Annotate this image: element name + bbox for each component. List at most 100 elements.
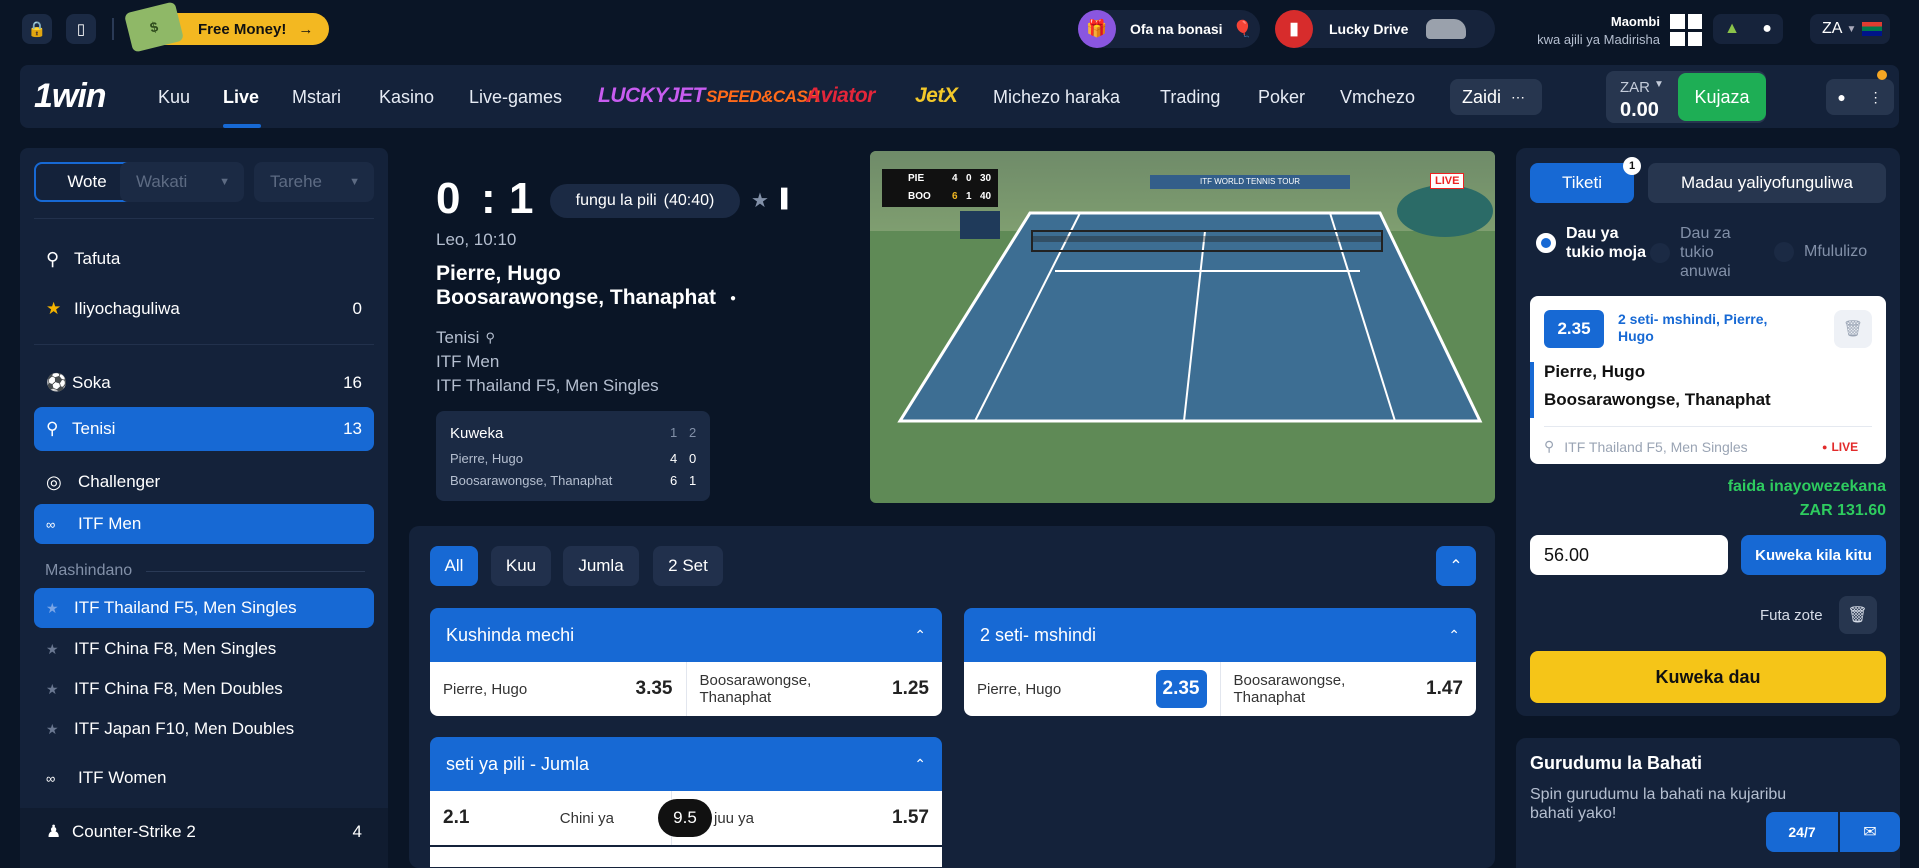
support-button[interactable]: 24/7 bbox=[1766, 812, 1838, 852]
tournament-label: ITF Thailand F5, Men Singles bbox=[74, 598, 297, 617]
odd-button-selected[interactable]: Pierre, Hugo 2.35 bbox=[964, 662, 1221, 716]
sport-label: Soka bbox=[72, 373, 111, 392]
live-video[interactable]: ITF WORLD TENNIS TOUR PIE 4 0 30 BOO 6 1… bbox=[870, 151, 1495, 503]
apps-block[interactable]: Maombi kwa ajili ya Madirisha bbox=[1508, 14, 1660, 47]
nav-item-poker[interactable]: Poker bbox=[1258, 87, 1305, 108]
market-header[interactable]: 2 seti- mshindi ⌃ bbox=[964, 608, 1476, 662]
stats-icon[interactable]: ▌ bbox=[781, 188, 794, 209]
chat-icon[interactable]: ✉ bbox=[1840, 812, 1900, 852]
video-scoreboard: PIE 4 0 30 BOO 6 1 40 bbox=[882, 169, 998, 207]
currency-label[interactable]: ZAR bbox=[1620, 79, 1650, 96]
radio-icon bbox=[1774, 242, 1794, 262]
wheel-card[interactable]: Gurudumu la Bahati Spin gurudumu la baha… bbox=[1516, 738, 1900, 868]
windows-icon[interactable] bbox=[1670, 14, 1702, 46]
category-label: ITF Women bbox=[78, 768, 167, 787]
odd-button[interactable]: Pierre, Hugo 3.35 bbox=[430, 662, 687, 716]
category-itf-men[interactable]: ∞ ITF Men bbox=[34, 504, 374, 544]
tab-tiketi[interactable]: Tiketi bbox=[1530, 163, 1634, 203]
nav-item-vmchezo[interactable]: Vmchezo bbox=[1340, 87, 1415, 108]
tab-all[interactable]: All bbox=[430, 546, 478, 586]
tab-jumla[interactable]: Jumla bbox=[563, 546, 639, 586]
bet-live-badge: ● LIVE bbox=[1822, 440, 1858, 454]
balloon-icon: 🎈 bbox=[1232, 21, 1253, 38]
tab-open-bets[interactable]: Madau yaliyofunguliwa bbox=[1648, 163, 1886, 203]
car-icon bbox=[1426, 19, 1467, 39]
brand-speed-cash[interactable]: SPEED&CASH bbox=[706, 87, 820, 107]
video-player-1: PIE bbox=[908, 173, 925, 184]
kebab-menu-icon[interactable]: ⋮ bbox=[1869, 89, 1883, 106]
odd-button[interactable]: Boosarawongse, Thanaphat 1.47 bbox=[1221, 662, 1477, 716]
tournament-item[interactable]: ★ ITF China F8, Men Singles bbox=[34, 630, 374, 668]
promo-lucky-label: Lucky Drive bbox=[1329, 21, 1409, 37]
tournament-item[interactable]: ★ ITF China F8, Men Doubles bbox=[34, 670, 374, 708]
score-separator: : bbox=[481, 174, 496, 223]
nav-item-mstari[interactable]: Mstari bbox=[292, 87, 341, 108]
collapse-all-icon[interactable]: ⌃ bbox=[1436, 546, 1476, 586]
flag-icon bbox=[1862, 22, 1883, 36]
star-icon[interactable]: ★ bbox=[46, 681, 74, 698]
chevron-up-icon: ⌃ bbox=[1448, 626, 1460, 643]
star-icon[interactable]: ★ bbox=[46, 641, 74, 658]
promo-lucky-drive[interactable]: ▮ Lucky Drive bbox=[1275, 10, 1495, 48]
sidebar-item-tenisi[interactable]: ⚲ Tenisi 13 bbox=[34, 407, 374, 451]
star-icon[interactable]: ★ bbox=[46, 721, 74, 738]
video-score: 30 bbox=[980, 173, 992, 184]
nav-item-live-games[interactable]: Live-games bbox=[469, 87, 562, 108]
stake-input[interactable]: 56.00 bbox=[1530, 535, 1728, 575]
user-icon[interactable]: ● bbox=[1837, 89, 1845, 105]
nav-item-kuu[interactable]: Kuu bbox=[158, 87, 190, 108]
promo-bonus[interactable]: 🎁 Ofa na bonasi 🎈 bbox=[1078, 10, 1260, 48]
brand-jetx[interactable]: JetX bbox=[915, 84, 958, 108]
place-bet-button[interactable]: Kuweka dau bbox=[1530, 651, 1886, 703]
odd-button[interactable]: 2.1 Chini ya bbox=[430, 791, 672, 845]
bet-live-label: LIVE bbox=[1831, 440, 1859, 454]
trash-icon[interactable]: 🗑 bbox=[1834, 310, 1872, 348]
nav-item-trading[interactable]: Trading bbox=[1160, 87, 1220, 108]
all-in-button[interactable]: Kuweka kila kitu bbox=[1741, 535, 1886, 575]
sport-count: 4 bbox=[352, 822, 362, 841]
free-money-button[interactable]: $ Free Money! → bbox=[123, 1, 329, 53]
filter-date[interactable]: Tarehe ▼ bbox=[254, 162, 374, 202]
account-box[interactable]: ● ⋮ bbox=[1826, 79, 1894, 115]
clear-all-button[interactable]: Futa zote 🗑 bbox=[1760, 596, 1877, 634]
odd-button[interactable]: juu ya 1.57 bbox=[672, 791, 942, 845]
tab-kuu[interactable]: Kuu bbox=[491, 546, 551, 586]
tournament-item[interactable]: ★ ITF Thailand F5, Men Singles bbox=[34, 588, 374, 628]
chevron-up-icon: ⌃ bbox=[914, 626, 926, 643]
lock-icon[interactable]: 🔒 bbox=[22, 14, 52, 44]
mode-multi[interactable]: Dau za tukio anuwai bbox=[1650, 224, 1760, 281]
sidebar-item-counter-strike[interactable]: ♟ Counter-Strike 2 4 bbox=[34, 810, 374, 854]
android-icon[interactable]: ▲ bbox=[1724, 20, 1740, 38]
search-row[interactable]: ⚲ Tafuta bbox=[34, 237, 374, 281]
more-label: Zaidi bbox=[1462, 86, 1502, 107]
sidebar-item-soka[interactable]: ⚽ Soka 16 bbox=[34, 361, 374, 405]
apple-icon[interactable]: ● bbox=[1762, 20, 1772, 38]
section-label: Mashindano bbox=[45, 562, 133, 579]
tournament-item[interactable]: ★ ITF Japan F10, Men Doubles bbox=[34, 710, 374, 748]
market-header[interactable]: Kushinda mechi ⌃ bbox=[430, 608, 942, 662]
nav-item-kasino[interactable]: Kasino bbox=[379, 87, 434, 108]
filter-time[interactable]: Wakati ▼ bbox=[120, 162, 244, 202]
favorites-count: 0 bbox=[352, 299, 362, 318]
category-itf-women[interactable]: ∞ ITF Women bbox=[34, 758, 374, 798]
brand-aviator[interactable]: Aviator bbox=[806, 84, 875, 108]
favorites-row[interactable]: ★ Iliyochaguliwa 0 bbox=[34, 287, 374, 331]
mobile-icon[interactable]: ▯ bbox=[66, 14, 96, 44]
more-button[interactable]: Zaidi ⋯ bbox=[1450, 79, 1542, 115]
market-header[interactable]: seti ya pili - Jumla ⌃ bbox=[430, 737, 942, 791]
deposit-button[interactable]: Kujaza bbox=[1678, 73, 1766, 121]
star-icon[interactable]: ★ bbox=[46, 600, 74, 617]
odd-button[interactable]: Boosarawongse, Thanaphat 1.25 bbox=[687, 662, 943, 716]
mode-system[interactable]: Mfululizo bbox=[1774, 242, 1867, 262]
tab-2-set[interactable]: 2 Set bbox=[653, 546, 723, 586]
brand-luckyjet[interactable]: LUCKYJET bbox=[598, 84, 705, 108]
logo[interactable]: 1win bbox=[34, 77, 107, 116]
nav-item-michezo-haraka[interactable]: Michezo haraka bbox=[993, 87, 1120, 108]
nav-item-live[interactable]: Live bbox=[223, 87, 259, 108]
mobile-apps[interactable]: ▲ ● bbox=[1713, 14, 1783, 44]
language-selector[interactable]: ZA ▼ bbox=[1810, 14, 1890, 44]
language-code: ZA bbox=[1822, 20, 1843, 37]
favorite-star-icon[interactable]: ★ bbox=[751, 188, 769, 213]
mode-single[interactable]: Dau ya tukio moja bbox=[1536, 224, 1646, 262]
category-challenger[interactable]: ◎ Challenger bbox=[34, 460, 374, 504]
